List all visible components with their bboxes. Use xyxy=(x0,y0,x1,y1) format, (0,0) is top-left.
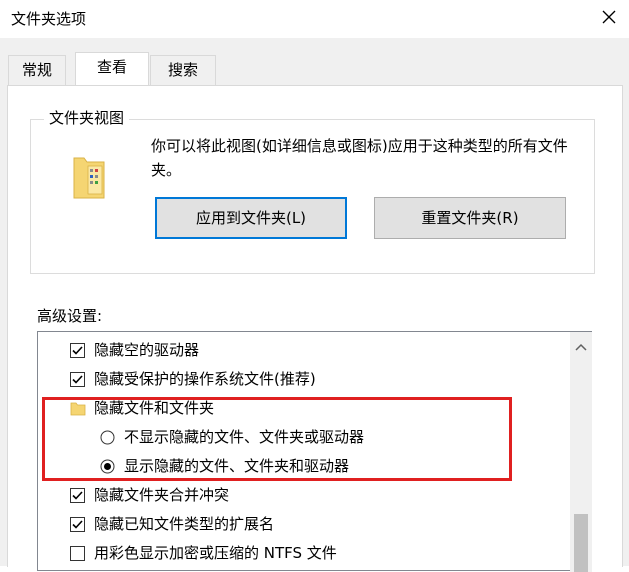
folder-views-description: 你可以将此视图(如详细信息或图标)应用于这种类型的所有文件夹。 xyxy=(151,137,568,179)
tab-label: 搜索 xyxy=(167,61,198,79)
highlight-box xyxy=(42,397,512,481)
title-bar: 文件夹选项 xyxy=(0,0,629,38)
tab-label: 查看 xyxy=(96,58,127,76)
item-label: 隐藏文件夹合并冲突 xyxy=(94,486,230,504)
scrollbar[interactable] xyxy=(570,332,592,572)
item-label: 隐藏已知文件类型的扩展名 xyxy=(94,515,275,533)
tab-view[interactable]: 查看 xyxy=(75,52,149,85)
folder-icon xyxy=(73,157,105,199)
checkbox-unchecked-icon[interactable] xyxy=(70,546,85,561)
window-title: 文件夹选项 xyxy=(11,10,87,28)
checkbox-checked-icon[interactable] xyxy=(70,517,85,532)
reset-folders-button[interactable]: 重置文件夹(R) xyxy=(374,197,566,239)
button-label: 重置文件夹(R) xyxy=(421,209,519,227)
item-label: 隐藏受保护的操作系统文件(推荐) xyxy=(94,370,316,388)
close-icon[interactable] xyxy=(596,4,622,30)
checkbox-checked-icon[interactable] xyxy=(70,488,85,503)
tab-search[interactable]: 搜索 xyxy=(150,55,216,85)
checkbox-checked-icon[interactable] xyxy=(70,343,85,358)
item-label: 用彩色显示加密或压缩的 NTFS 文件 xyxy=(94,544,337,562)
scrollbar-thumb[interactable] xyxy=(574,514,588,572)
button-label: 应用到文件夹(L) xyxy=(195,209,307,227)
folder-views-legend: 文件夹视图 xyxy=(44,107,130,128)
item-label: 隐藏空的驱动器 xyxy=(94,341,200,359)
tab-label: 常规 xyxy=(21,61,52,79)
checkbox-checked-icon[interactable] xyxy=(70,372,85,387)
apply-to-folders-button[interactable]: 应用到文件夹(L) xyxy=(155,197,347,239)
advanced-settings-label: 高级设置: xyxy=(37,307,103,325)
chevron-up-icon[interactable] xyxy=(575,343,587,351)
tab-general[interactable]: 常规 xyxy=(8,55,66,85)
